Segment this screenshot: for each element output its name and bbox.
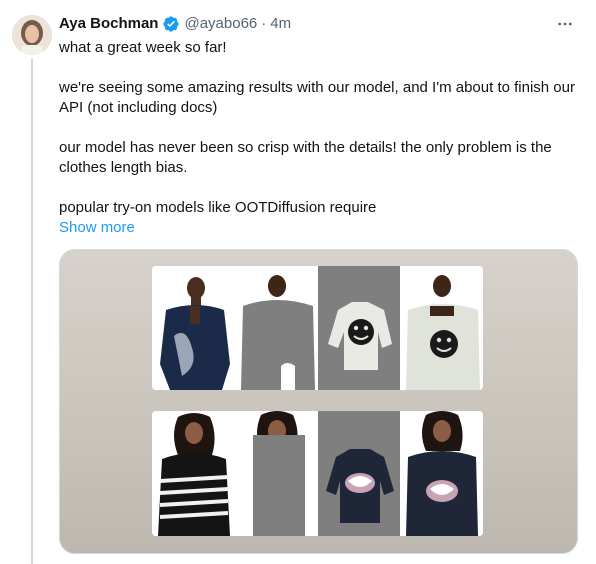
tweet-paragraph: what a great week so far!	[59, 39, 227, 56]
tweet-text: what a great week so far! we're seeing s…	[59, 38, 579, 238]
avatar[interactable]	[12, 15, 52, 55]
garment-image	[317, 411, 401, 536]
author-name[interactable]: Aya Bochman	[59, 14, 158, 34]
thread-line	[31, 58, 33, 564]
author-handle[interactable]: @ayabo66	[184, 14, 257, 34]
tweet-media-image[interactable]	[59, 249, 578, 554]
model-photo	[152, 266, 235, 390]
tweet-paragraph: we're seeing some amazing results with o…	[59, 79, 575, 116]
tweet-paragraph: our model has never been so crisp with t…	[59, 139, 552, 176]
tweet[interactable]: Aya Bochman @ayabo66 · 4m what a great w…	[0, 0, 596, 564]
tweet-paragraph: popular try-on models like OOTDiffusion …	[59, 199, 377, 216]
tryon-strip-top	[152, 266, 483, 390]
more-options-icon[interactable]	[555, 14, 575, 34]
timestamp[interactable]: 4m	[270, 14, 291, 34]
garment-image	[317, 266, 401, 390]
model-photo	[152, 411, 235, 536]
show-more-link[interactable]: Show more	[59, 218, 579, 238]
tryon-result-photo	[400, 266, 483, 390]
masked-model-photo	[234, 266, 318, 390]
verified-badge-icon	[162, 15, 180, 33]
tryon-result-photo	[400, 411, 483, 536]
tweet-header: Aya Bochman @ayabo66 · 4m	[59, 14, 291, 34]
tryon-strip-bottom	[152, 411, 483, 536]
separator-dot: ·	[261, 15, 267, 32]
masked-model-photo	[234, 411, 318, 536]
